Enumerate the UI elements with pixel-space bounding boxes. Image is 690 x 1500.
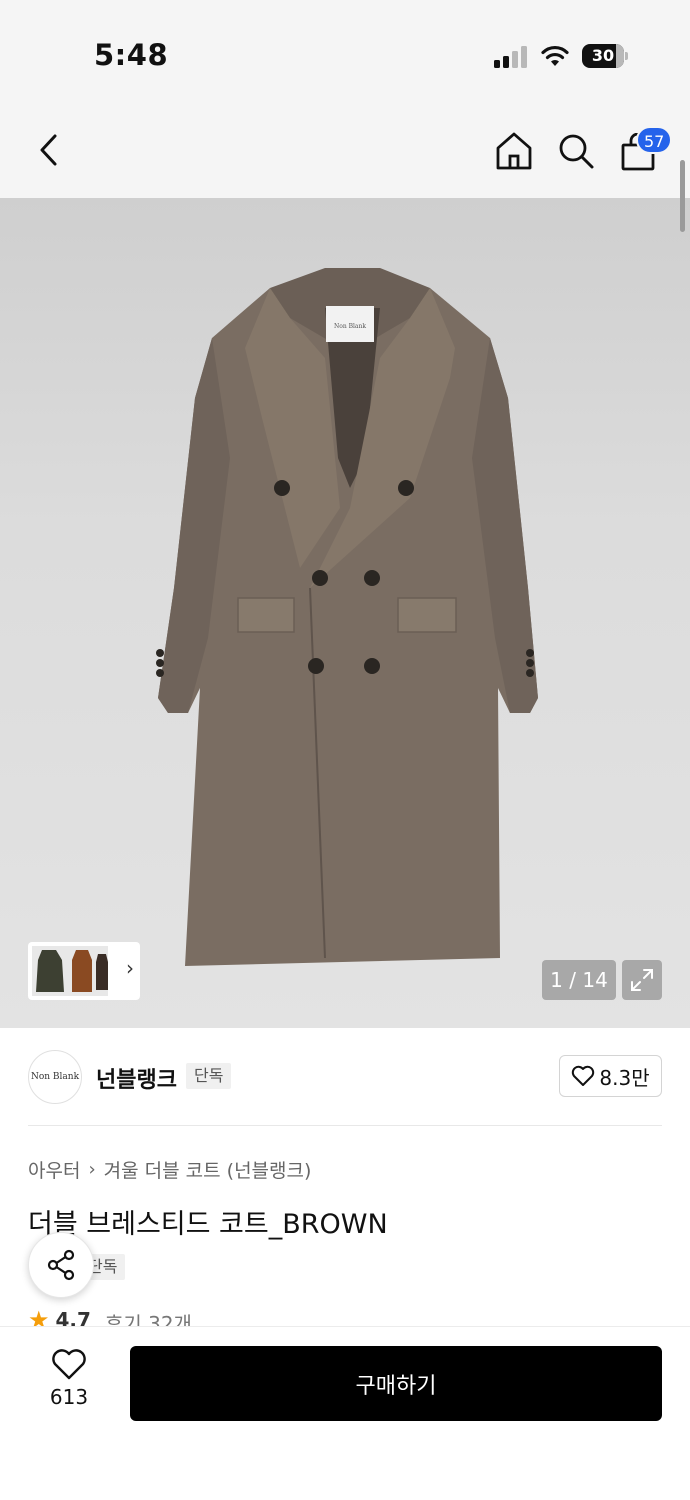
chevron-right-icon: › — [88, 1159, 96, 1180]
wishlist-count: 613 — [49, 1385, 89, 1409]
brand-logo[interactable]: Non Blank — [28, 1050, 82, 1104]
brand-exclusive-tag: 단독 — [186, 1063, 232, 1089]
battery-level: 30 — [591, 46, 615, 65]
wishlist-button[interactable]: 613 — [40, 1349, 98, 1419]
cart-count-badge: 57 — [636, 126, 673, 154]
expand-icon — [631, 969, 653, 991]
scrollbar[interactable] — [680, 160, 685, 232]
search-icon[interactable] — [556, 130, 596, 172]
buy-button[interactable]: 구매하기 — [130, 1346, 662, 1421]
breadcrumb-subcategory[interactable]: 겨울 더블 코트 (넌블랭크) — [104, 1156, 312, 1183]
product-title: 더블 브레스티드 코트_BROWN — [28, 1209, 388, 1240]
chevron-right-icon: › — [126, 956, 134, 980]
bottom-action-bar: 613 구매하기 — [0, 1326, 690, 1500]
color-variant-thumbnails[interactable]: › — [28, 942, 140, 1000]
heart-icon — [572, 1065, 595, 1086]
brand-like-count: 8.3만 — [599, 1065, 650, 1090]
divider — [28, 1125, 662, 1126]
expand-image-button[interactable] — [622, 960, 662, 1000]
rating-row[interactable]: ★ 4.7 후기 32개 — [28, 1308, 192, 1328]
review-count[interactable]: 후기 32개 — [105, 1308, 192, 1328]
product-image-gallery[interactable]: Non Blank › 1 / 14 — [0, 198, 690, 1028]
image-counter: 1 / 14 — [542, 960, 616, 1000]
variant-thumbnail-image — [32, 946, 108, 996]
rating-score: 4.7 — [55, 1308, 91, 1328]
brand-like-button[interactable]: 8.3만 — [559, 1055, 662, 1097]
star-icon: ★ — [28, 1308, 50, 1328]
back-icon[interactable] — [30, 130, 66, 170]
top-nav-bar: 57 — [0, 100, 690, 198]
heart-icon — [52, 1349, 86, 1380]
status-time: 5:48 — [94, 38, 169, 72]
wifi-icon — [540, 42, 570, 68]
brand-row[interactable]: Non Blank 넌블랭크 단독 8.3만 — [0, 1028, 690, 1126]
share-button[interactable] — [28, 1232, 94, 1298]
product-image: Non Blank — [156, 268, 538, 966]
home-icon[interactable] — [494, 130, 534, 172]
breadcrumb: 아우터 › 겨울 더블 코트 (넌블랭크) — [28, 1156, 311, 1183]
battery-icon: 30 — [582, 44, 628, 68]
breadcrumb-category[interactable]: 아우터 — [28, 1156, 80, 1183]
status-bar: 5:48 30 — [0, 0, 690, 100]
cellular-signal-icon — [494, 46, 528, 68]
brand-name[interactable]: 넌블랭크 — [96, 1062, 177, 1094]
share-icon — [47, 1249, 75, 1281]
svg-text:Non Blank: Non Blank — [334, 323, 366, 330]
